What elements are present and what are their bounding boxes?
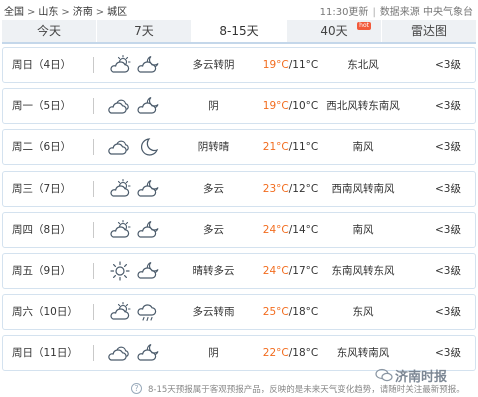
cloudy-sun-icon — [108, 178, 132, 200]
overcast-icon — [108, 95, 132, 117]
forecast-row: 周五（9日） 晴转多云 24°C/17°C 东南风转东风 <3级 — [2, 252, 476, 289]
high-temp: 21°C — [262, 141, 289, 154]
high-temp: 25°C — [262, 306, 289, 319]
forecast-row: 周日（4日） 多云转阴 19°C/11°C 东北风 <3级 — [2, 47, 476, 83]
high-temp: 24°C — [262, 264, 289, 277]
tab-label: 8-15天 — [219, 24, 259, 38]
divider-bar — [93, 262, 94, 279]
forecast-row: 周一（5日）阴 19°C/10°C 西北风转东南风 <3级 — [2, 88, 476, 125]
info-icon: ? — [131, 383, 142, 394]
day-label: 周日（4日） — [12, 59, 72, 71]
rain-cloud-icon — [136, 301, 160, 323]
wind-level: <3级 — [435, 264, 461, 277]
wind-direction: 西南风转南风 — [331, 182, 395, 195]
high-temp: 19°C — [262, 59, 289, 71]
cloudy-sun-icon — [108, 301, 132, 323]
weather-desc: 晴转多云 — [192, 264, 235, 277]
weather-desc: 多云转雨 — [192, 306, 235, 319]
wind-level: <3级 — [435, 100, 461, 113]
wind-direction: 东北风 — [347, 59, 379, 71]
divider-bar — [93, 304, 94, 321]
weather-desc: 阴转晴 — [197, 141, 230, 154]
wind-direction: 东南风转东风 — [331, 264, 395, 277]
day-label: 周六（10日） — [12, 306, 78, 319]
cloudy-moon-icon — [136, 260, 160, 282]
watermark: 济南时报 — [395, 370, 448, 385]
weather-desc: 阴 — [208, 347, 219, 360]
wind-level: <3级 — [435, 141, 461, 154]
wind-level: <3级 — [435, 59, 461, 71]
divider-bar — [93, 180, 94, 197]
divider-bar — [93, 98, 94, 115]
tab-label: 40天 — [320, 24, 348, 38]
cloudy-moon-icon — [136, 178, 160, 200]
forecast-list: 周日（4日） 多云转阴 19°C/11°C 东北风 <3级 周一（5日）阴 19°C/10°… — [2, 47, 476, 377]
cloudy-sun-icon — [108, 219, 132, 241]
breadcrumb-district[interactable]: 城区 — [107, 7, 127, 18]
forecast-tabs: 今天 7天 8-15天 40天 hot 雷达图 — [2, 20, 476, 44]
weather-desc: 多云转阴 — [192, 59, 235, 71]
divider-bar — [93, 345, 94, 362]
cloudy-moon-icon — [136, 54, 160, 76]
weather-desc: 多云 — [203, 223, 224, 236]
day-label: 周三（7日） — [12, 182, 72, 195]
breadcrumb-province[interactable]: 山东 — [38, 7, 58, 18]
day-label: 周五（9日） — [12, 264, 72, 277]
breadcrumb: 全国 > 山东 > 济南 > 城区 — [4, 3, 127, 18]
breadcrumb-city[interactable]: 济南 — [73, 7, 93, 18]
breadcrumb-separator: > — [61, 7, 70, 18]
wind-direction: 东风 — [352, 306, 374, 319]
tab-7-days[interactable]: 7天 — [97, 20, 192, 42]
tab-radar[interactable]: 雷达图 — [382, 20, 476, 42]
forecast-row: 周四（8日） 多云 24°C/14°C 南风 <3级 — [2, 211, 476, 248]
breadcrumb-separator: > — [95, 7, 105, 18]
tab-40-days[interactable]: 40天 hot — [287, 20, 382, 42]
tab-label: 今天 — [36, 24, 61, 38]
tab-label: 雷达图 — [410, 24, 447, 38]
day-label: 周四（8日） — [12, 223, 72, 236]
tab-8-15-days[interactable]: 8-15天 — [192, 20, 287, 42]
wind-direction: 南风 — [352, 223, 374, 236]
day-label: 周日（11日） — [12, 347, 78, 360]
sun-icon — [108, 260, 132, 282]
hot-badge: hot — [357, 22, 371, 30]
weather-desc: 多云 — [203, 182, 224, 195]
high-temp: 19°C — [262, 100, 289, 113]
forecast-row: 周六（10日） 多云转雨 25°C/18°C 东风 <3级 — [2, 294, 476, 331]
high-temp: 22°C — [262, 347, 289, 360]
update-meta: 11:30更新 | 数据来源 中央气象台 — [320, 3, 473, 18]
meta-divider: | — [372, 7, 376, 18]
divider-bar — [93, 221, 94, 238]
high-temp: 23°C — [262, 182, 289, 195]
wind-direction: 西北风转东南风 — [326, 100, 400, 113]
cloudy-sun-icon — [108, 54, 132, 76]
wechat-logo-icon — [375, 368, 393, 382]
wind-level: <3级 — [435, 182, 461, 195]
overcast-icon — [108, 342, 132, 364]
moon-icon — [136, 136, 160, 158]
tab-label: 7天 — [134, 24, 154, 38]
tab-today[interactable]: 今天 — [2, 20, 97, 42]
breadcrumb-separator: > — [27, 7, 36, 18]
cloudy-moon-icon — [136, 342, 160, 364]
top-bar: 全国 > 山东 > 济南 > 城区 11:30更新 | 数据来源 中央气象台 — [0, 0, 478, 18]
breadcrumb-country[interactable]: 全国 — [4, 7, 24, 18]
overcast-icon — [108, 136, 132, 158]
day-label: 周一（5日） — [12, 100, 72, 113]
cloudy-moon-icon — [136, 95, 160, 117]
update-time: 11:30更新 — [319, 7, 369, 18]
wind-level: <3级 — [435, 306, 461, 319]
forecast-row: 周三（7日） 多云 23°C/12°C 西南风转南风 <3级 — [2, 170, 476, 207]
weather-desc: 阴 — [208, 100, 219, 113]
wind-direction: 南风 — [352, 141, 374, 154]
cloudy-moon-icon — [136, 219, 160, 241]
data-source: 数据来源 中央气象台 — [379, 7, 473, 18]
forecast-row: 周二（6日） 阴转晴 21°C/11°C 南风 <3级 — [2, 129, 476, 166]
divider-bar — [93, 139, 94, 156]
divider-bar — [93, 57, 94, 73]
day-label: 周二（6日） — [12, 141, 72, 154]
high-temp: 24°C — [262, 223, 289, 236]
wind-level: <3级 — [435, 223, 461, 236]
